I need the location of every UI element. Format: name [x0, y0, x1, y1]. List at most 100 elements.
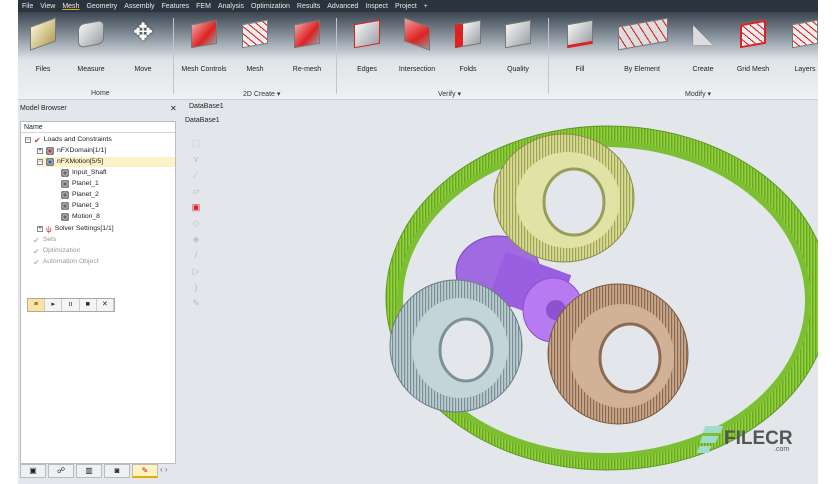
arc-icon[interactable]: ) [186, 282, 206, 298]
element-icon[interactable]: ◇ [186, 218, 206, 234]
mesh-icon [238, 18, 272, 52]
layers-button[interactable]: Layers [780, 18, 818, 74]
tree-item-loads-constraints[interactable]: − ✔ Loads and Constraints [25, 135, 112, 145]
close-animation-button[interactable]: ✕ [97, 299, 115, 311]
motion-icon [46, 158, 54, 166]
database-tab[interactable]: DataBase1 [189, 103, 224, 110]
menu-fem[interactable]: FEM [196, 3, 211, 10]
pen-icon[interactable]: ✎ [186, 298, 206, 314]
measure-button[interactable]: Measure [66, 18, 116, 74]
group-modify[interactable]: Modify ▾ [685, 90, 711, 98]
select-icon[interactable]: ⬚ [186, 138, 206, 154]
tree-item-planet-1[interactable]: Planet_1 [61, 179, 99, 189]
collapse-icon[interactable]: − [37, 159, 43, 165]
tree-item-label: Planet_1 [72, 180, 99, 187]
tree-item-motion-8[interactable]: Motion_8 [61, 212, 100, 222]
fill-button[interactable]: Fill [555, 18, 605, 74]
tag-icon[interactable]: ◈ [186, 234, 206, 250]
fill-label: Fill [575, 66, 585, 73]
tree-item-sets[interactable]: ✔ Sets [33, 235, 56, 245]
group-2d-create[interactable]: 2D Create ▾ [243, 90, 280, 98]
by-element-label: By Element [624, 66, 660, 73]
remesh-button[interactable]: Re-mesh [282, 18, 332, 74]
tree-item-label: Input_Shaft [72, 169, 107, 176]
tree-item-nfxdomain[interactable]: + nFXDomain[1/1] [37, 146, 106, 156]
checkmark-icon: ✔ [34, 136, 41, 145]
triangle-icon[interactable]: ▷ [186, 266, 206, 282]
layers-icon [788, 18, 818, 52]
tree-item-optimization[interactable]: ✔ Optimization [33, 246, 80, 256]
group-verify[interactable]: Verify ▾ [438, 90, 461, 98]
application-window: File View Mesh Geometry Assembly Feature… [18, 0, 818, 484]
mesh-controls-button[interactable]: Mesh Controls [179, 18, 229, 74]
solver-icon: ψ [46, 225, 52, 234]
split-icon[interactable]: ⋎ [186, 154, 206, 170]
by-element-button[interactable]: By Element [610, 17, 674, 74]
menu-results[interactable]: Results [297, 3, 320, 10]
menu-assembly[interactable]: Assembly [124, 3, 154, 10]
folds-button[interactable]: Folds [443, 18, 493, 74]
menu-advanced[interactable]: Advanced [327, 3, 358, 10]
collapse-icon[interactable]: − [25, 137, 31, 143]
files-label: Files [35, 66, 51, 73]
move-button[interactable]: ✥ Move [118, 18, 168, 74]
create-button[interactable]: ◣ Create [678, 18, 728, 74]
ribbon: Files Measure ✥ Move Mesh Controls Mesh R… [18, 12, 818, 100]
mesh-button[interactable]: Mesh [230, 18, 280, 74]
gear-icon [61, 180, 69, 188]
files-button[interactable]: Files [18, 17, 68, 74]
play-button[interactable]: ▸ [45, 299, 63, 311]
menu-button[interactable]: ≡ [28, 299, 46, 311]
edges-button[interactable]: Edges [342, 18, 392, 74]
menu-analysis[interactable]: Analysis [218, 3, 244, 10]
tree-item-automation-object[interactable]: ✔ Automation Object [33, 257, 99, 267]
tab-materials-icon[interactable]: ◙ [104, 464, 130, 478]
tab-pen-icon[interactable]: ✎ [132, 464, 158, 478]
expand-icon[interactable]: + [37, 148, 43, 154]
add-menu-button[interactable]: + [424, 3, 428, 10]
tree-item-label: nFXDomain[1/1] [57, 147, 107, 154]
tab-model-icon[interactable]: ▣ [20, 464, 46, 478]
filecr-logo-icon [696, 424, 724, 454]
tree-item-input-shaft[interactable]: Input_Shaft [61, 168, 107, 178]
solid-cube-icon[interactable]: ▣ [186, 202, 206, 218]
fill-icon [563, 18, 597, 52]
view-toolbar: ⬚ ⋎ ⁄ ▱ ▣ ◇ ◈ / ▷ ) ✎ [186, 138, 206, 314]
tree-item-label: Loads and Constraints [43, 136, 112, 143]
curve-icon[interactable]: ⁄ [186, 170, 206, 186]
surface-icon[interactable]: ▱ [186, 186, 206, 202]
tab-hierarchy-icon[interactable]: ☍ [48, 464, 74, 478]
gear-icon [61, 202, 69, 210]
grid-mesh-button[interactable]: Grid Mesh [728, 18, 778, 74]
checkmark-icon: ✔ [33, 236, 40, 245]
remesh-label: Re-mesh [292, 66, 322, 73]
close-icon[interactable]: ✕ [170, 104, 177, 113]
model-browser: Model Browser ✕ Name − ✔ Loads and Constra… [18, 100, 178, 484]
tree-item-solver-settings[interactable]: + ψ Solver Settings[1/1] [37, 224, 114, 234]
tree-item-label: Optimization [42, 247, 81, 254]
tree-item-planet-2[interactable]: Planet_2 [61, 190, 99, 200]
edges-icon [350, 18, 384, 52]
pause-button[interactable]: ıı [62, 299, 80, 311]
name-column-header[interactable]: Name [21, 122, 175, 133]
filecr-watermark: FILECR .com [696, 424, 793, 454]
tab-parts-icon[interactable]: ▥ [76, 464, 102, 478]
intersection-button[interactable]: Intersection [392, 17, 442, 74]
tab-scroll-arrows[interactable]: ‹ › [160, 464, 168, 478]
tree-item-planet-3[interactable]: Planet_3 [61, 201, 99, 211]
menu-features[interactable]: Features [162, 3, 190, 10]
ribbon-separator [548, 18, 549, 94]
tree-item-nfxmotion[interactable]: − nFXMotion[5/5] [37, 157, 175, 167]
line-icon[interactable]: / [186, 250, 206, 266]
menu-geometry[interactable]: Geometry [86, 3, 117, 10]
menu-mesh[interactable]: Mesh [62, 3, 79, 10]
expand-icon[interactable]: + [37, 226, 43, 232]
menu-inspect[interactable]: Inspect [365, 3, 388, 10]
menu-optimization[interactable]: Optimization [251, 3, 290, 10]
menu-file[interactable]: File [22, 3, 33, 10]
stop-button[interactable]: ■ [80, 299, 97, 311]
menu-project[interactable]: Project [395, 3, 417, 10]
ribbon-separator [173, 18, 174, 94]
quality-button[interactable]: Quality [493, 18, 543, 74]
menu-view[interactable]: View [40, 3, 55, 10]
